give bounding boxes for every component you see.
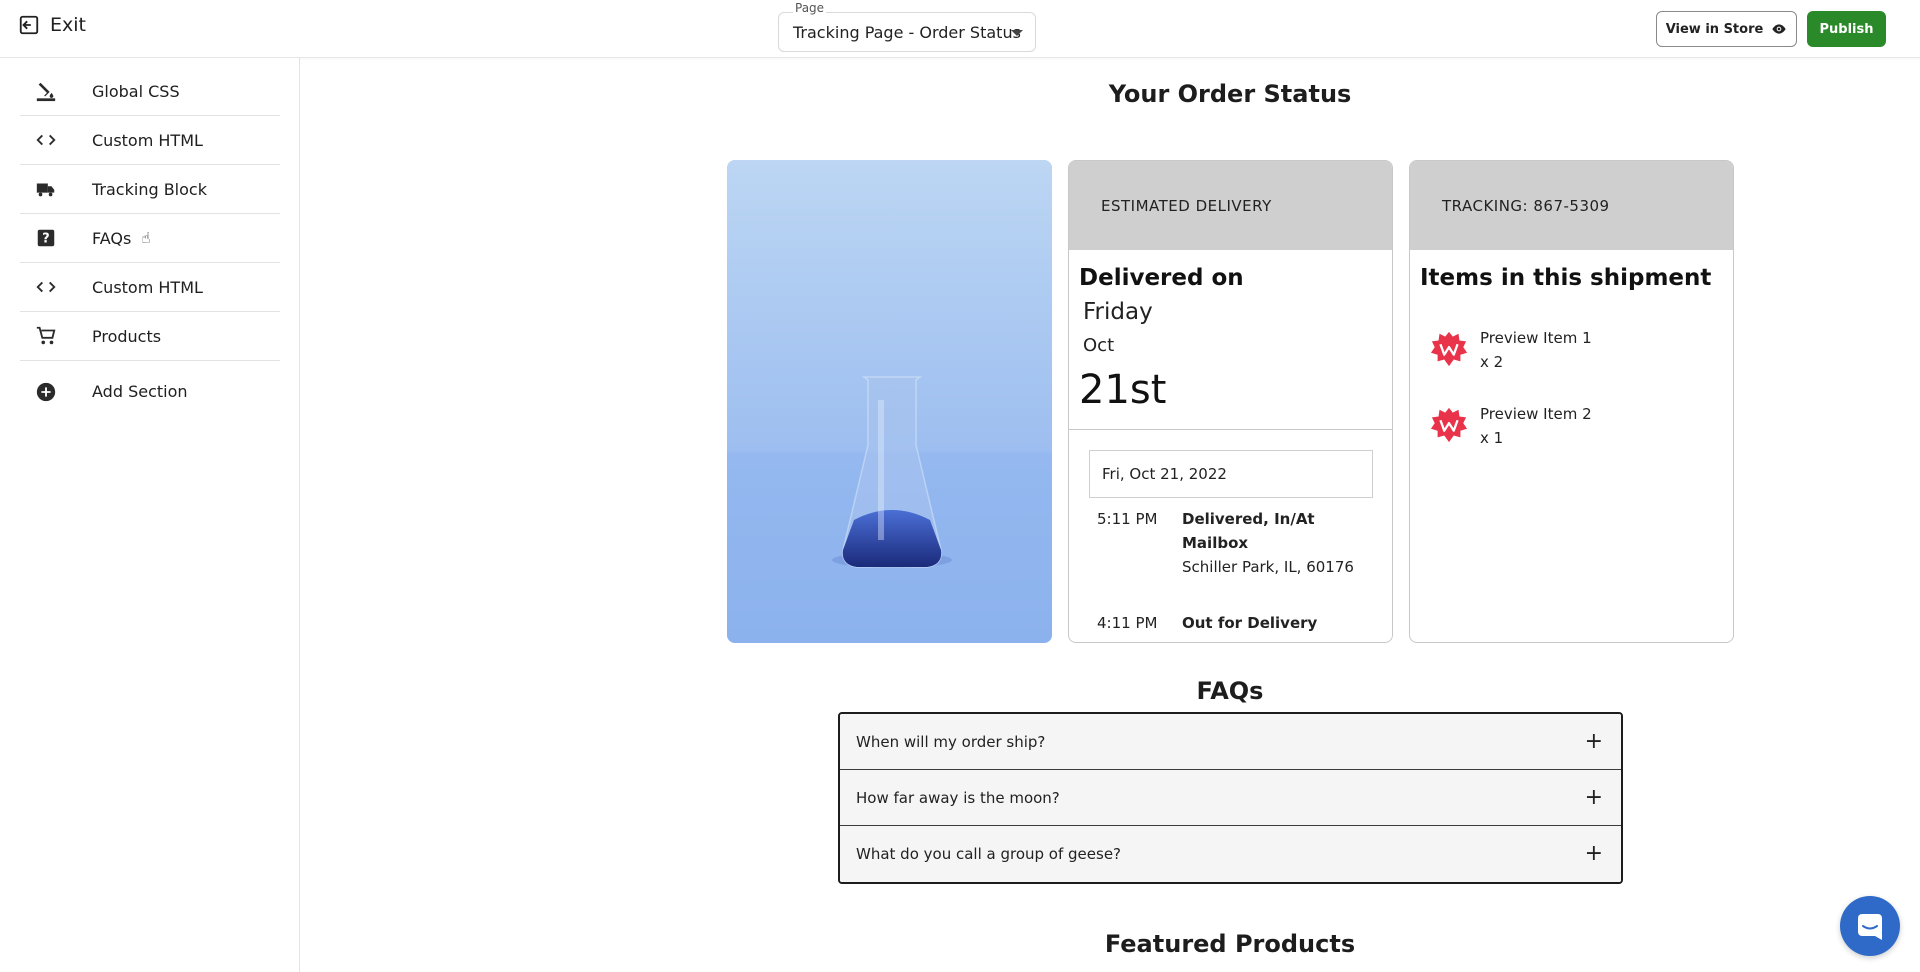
shipment-item: Preview Item 2 x 1 — [1430, 402, 1710, 462]
event-location: Schiller Park, IL, 60176 — [1182, 558, 1354, 576]
code-icon — [20, 276, 72, 298]
sidebar-item-label: FAQs — [92, 228, 132, 248]
sidebar-item-label: Global CSS — [92, 81, 180, 101]
sidebar-item-faqs[interactable]: ? FAQs ☝ — [20, 214, 280, 263]
code-icon — [20, 129, 72, 151]
item-quantity: x 2 — [1480, 353, 1504, 371]
faq-item[interactable]: How far away is the moon? + — [840, 770, 1621, 826]
faq-question: When will my order ship? — [856, 732, 1046, 751]
view-in-store-label: View in Store — [1665, 21, 1764, 37]
sidebar-item-global-css[interactable]: Global CSS — [20, 67, 280, 116]
event-time: 5:11 PM — [1097, 510, 1158, 528]
page-select[interactable]: Page Tracking Page - Order Status — [778, 1, 1036, 52]
item-name: Preview Item 2 — [1480, 405, 1592, 423]
page-title: Your Order Status — [1108, 80, 1352, 108]
plus-icon: + — [1584, 784, 1603, 810]
sidebar: Global CSS Custom HTML Tracking Block ? … — [0, 58, 300, 972]
cart-icon — [20, 325, 72, 347]
question-icon: ? — [20, 227, 72, 249]
truck-icon — [20, 178, 72, 200]
product-logo-icon — [1430, 407, 1468, 443]
top-bar: Exit Page Tracking Page - Order Status V… — [0, 0, 1920, 58]
event-status: Out for Delivery — [1182, 614, 1318, 632]
divider — [1069, 429, 1392, 430]
item-quantity: x 1 — [1480, 429, 1504, 447]
svg-text:?: ? — [42, 232, 49, 247]
estimated-delivery-card: ESTIMATED DELIVERY Delivered on Friday O… — [1068, 160, 1393, 643]
product-logo-icon — [1430, 331, 1468, 367]
shipment-items-title: Items in this shipment — [1420, 265, 1712, 291]
chat-icon — [1858, 914, 1882, 940]
faq-question: What do you call a group of geese? — [856, 845, 1122, 863]
delivery-date: 21st — [1079, 367, 1167, 413]
featured-products-title: Featured Products — [1104, 930, 1356, 958]
chat-button[interactable] — [1840, 896, 1900, 956]
event-time: 4:11 PM — [1097, 614, 1158, 632]
view-in-store-button[interactable]: View in Store — [1656, 11, 1797, 47]
sidebar-item-custom-html[interactable]: Custom HTML — [20, 116, 280, 165]
tracking-number-header: TRACKING: 867-5309 — [1410, 161, 1733, 250]
exit-label: Exit — [50, 14, 86, 36]
caret-down-icon — [1011, 30, 1023, 36]
delivery-month: Oct — [1083, 335, 1115, 356]
sidebar-item-products[interactable]: Products — [20, 312, 280, 361]
sidebar-item-label: Custom HTML — [92, 277, 203, 297]
sidebar-item-label: Products — [92, 326, 162, 346]
plus-icon: + — [1584, 841, 1603, 866]
paint-bucket-icon — [20, 80, 72, 102]
sidebar-item-label: Custom HTML — [92, 130, 203, 150]
item-name: Preview Item 1 — [1480, 329, 1592, 347]
product-image — [727, 160, 1052, 643]
tracking-date-header: Fri, Oct 21, 2022 — [1089, 450, 1373, 498]
faq-item[interactable]: What do you call a group of geese? + — [840, 826, 1621, 882]
page-select-value: Tracking Page - Order Status — [793, 23, 1021, 42]
exit-icon — [19, 15, 39, 35]
sidebar-item-custom-html-2[interactable]: Custom HTML — [20, 263, 280, 312]
eye-icon — [1772, 24, 1786, 34]
publish-label: Publish — [1819, 21, 1874, 37]
sidebar-item-tracking-block[interactable]: Tracking Block — [20, 165, 280, 214]
hand-cursor-icon: ☝ — [141, 229, 151, 247]
event-status: Delivered, In/At Mailbox — [1182, 510, 1315, 552]
delivered-on-label: Delivered on — [1079, 265, 1244, 291]
plus-icon: + — [1584, 728, 1603, 754]
faq-accordion: When will my order ship? + How far away … — [838, 712, 1623, 884]
exit-button[interactable]: Exit — [18, 14, 86, 36]
shipment-item: Preview Item 1 x 2 — [1430, 326, 1710, 386]
shipment-card: TRACKING: 867-5309 Items in this shipmen… — [1409, 160, 1734, 643]
faqs-title: FAQs — [1196, 677, 1264, 705]
faq-item[interactable]: When will my order ship? + — [840, 714, 1621, 770]
add-circle-icon — [20, 381, 72, 403]
sidebar-item-label: Add Section — [92, 382, 188, 401]
publish-button[interactable]: Publish — [1807, 11, 1886, 47]
page-select-caption: Page — [793, 1, 827, 15]
sidebar-item-label: Tracking Block — [92, 179, 207, 199]
delivery-day: Friday — [1083, 299, 1153, 325]
add-section-button[interactable]: Add Section — [20, 367, 280, 416]
estimated-delivery-header: ESTIMATED DELIVERY — [1069, 161, 1392, 250]
faq-question: How far away is the moon? — [856, 788, 1060, 807]
